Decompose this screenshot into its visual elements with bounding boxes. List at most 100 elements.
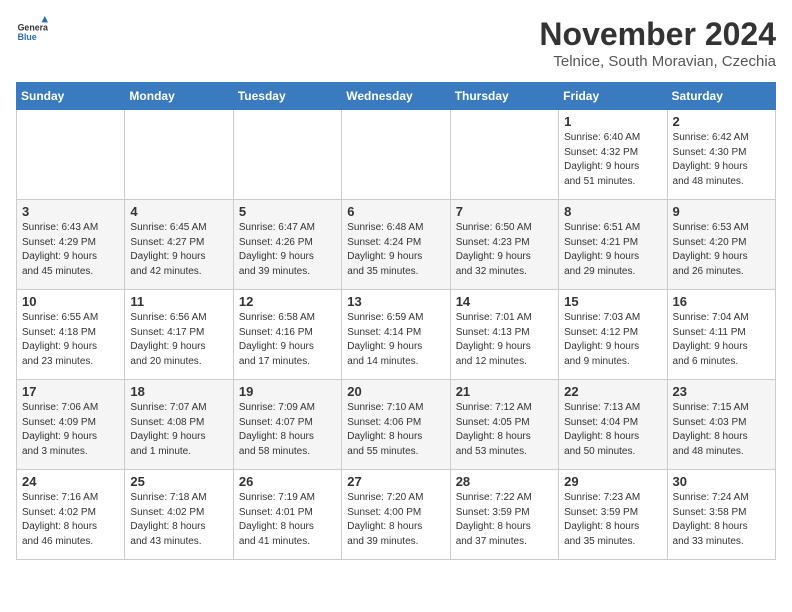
day-number: 28 <box>456 474 553 489</box>
svg-text:Blue: Blue <box>18 32 37 42</box>
day-detail: Sunrise: 6:48 AM Sunset: 4:24 PM Dayligh… <box>347 221 444 279</box>
day-detail: Sunrise: 6:56 AM Sunset: 4:17 PM Dayligh… <box>130 311 227 369</box>
calendar-day-cell: 30 Sunrise: 7:24 AM Sunset: 3:58 PM Dayli… <box>667 470 775 560</box>
calendar-day-cell: 22 Sunrise: 7:13 AM Sunset: 4:04 PM Dayli… <box>559 380 667 470</box>
day-detail: Sunrise: 7:07 AM Sunset: 4:08 PM Dayligh… <box>130 401 227 459</box>
page-header: General Blue November 2024 Telnice, Sout… <box>16 16 776 70</box>
day-number: 13 <box>347 294 444 309</box>
calendar-day-cell: 16 Sunrise: 7:04 AM Sunset: 4:11 PM Dayli… <box>667 290 775 380</box>
day-detail: Sunrise: 7:23 AM Sunset: 3:59 PM Dayligh… <box>564 491 661 549</box>
day-number: 25 <box>130 474 227 489</box>
calendar-day-cell <box>342 110 450 200</box>
day-number: 23 <box>673 384 770 399</box>
calendar-day-cell: 10 Sunrise: 6:55 AM Sunset: 4:18 PM Dayli… <box>17 290 125 380</box>
day-number: 1 <box>564 114 661 129</box>
logo-icon: General Blue <box>16 16 48 48</box>
calendar-day-cell: 4 Sunrise: 6:45 AM Sunset: 4:27 PM Daylig… <box>125 200 233 290</box>
day-number: 19 <box>239 384 336 399</box>
calendar-body: 1 Sunrise: 6:40 AM Sunset: 4:32 PM Daylig… <box>17 110 776 560</box>
day-number: 11 <box>130 294 227 309</box>
day-detail: Sunrise: 7:01 AM Sunset: 4:13 PM Dayligh… <box>456 311 553 369</box>
calendar-day-cell: 29 Sunrise: 7:23 AM Sunset: 3:59 PM Dayli… <box>559 470 667 560</box>
day-detail: Sunrise: 6:53 AM Sunset: 4:20 PM Dayligh… <box>673 221 770 279</box>
day-number: 26 <box>239 474 336 489</box>
calendar-day-cell: 14 Sunrise: 7:01 AM Sunset: 4:13 PM Dayli… <box>450 290 558 380</box>
day-number: 29 <box>564 474 661 489</box>
calendar-day-cell: 20 Sunrise: 7:10 AM Sunset: 4:06 PM Dayli… <box>342 380 450 470</box>
location-subtitle: Telnice, South Moravian, Czechia <box>539 53 776 70</box>
day-number: 5 <box>239 204 336 219</box>
day-detail: Sunrise: 7:16 AM Sunset: 4:02 PM Dayligh… <box>22 491 119 549</box>
day-number: 30 <box>673 474 770 489</box>
calendar-day-cell <box>17 110 125 200</box>
day-number: 15 <box>564 294 661 309</box>
weekday-header-cell: Wednesday <box>342 83 450 110</box>
day-detail: Sunrise: 6:42 AM Sunset: 4:30 PM Dayligh… <box>673 131 770 189</box>
title-block: November 2024 Telnice, South Moravian, C… <box>539 16 776 70</box>
calendar-week-row: 3Sunrise: 6:43 AM Sunset: 4:29 PM Daylig… <box>17 200 776 290</box>
day-detail: Sunrise: 7:20 AM Sunset: 4:00 PM Dayligh… <box>347 491 444 549</box>
weekday-header-cell: Sunday <box>17 83 125 110</box>
day-number: 12 <box>239 294 336 309</box>
day-number: 24 <box>22 474 119 489</box>
calendar-day-cell: 26 Sunrise: 7:19 AM Sunset: 4:01 PM Dayli… <box>233 470 341 560</box>
day-detail: Sunrise: 7:04 AM Sunset: 4:11 PM Dayligh… <box>673 311 770 369</box>
day-number: 7 <box>456 204 553 219</box>
calendar-day-cell: 28 Sunrise: 7:22 AM Sunset: 3:59 PM Dayli… <box>450 470 558 560</box>
day-detail: Sunrise: 7:24 AM Sunset: 3:58 PM Dayligh… <box>673 491 770 549</box>
day-detail: Sunrise: 6:47 AM Sunset: 4:26 PM Dayligh… <box>239 221 336 279</box>
calendar-day-cell: 19 Sunrise: 7:09 AM Sunset: 4:07 PM Dayli… <box>233 380 341 470</box>
day-number: 3 <box>22 204 119 219</box>
day-number: 4 <box>130 204 227 219</box>
calendar-day-cell: 24 Sunrise: 7:16 AM Sunset: 4:02 PM Dayli… <box>17 470 125 560</box>
day-detail: Sunrise: 7:09 AM Sunset: 4:07 PM Dayligh… <box>239 401 336 459</box>
day-number: 14 <box>456 294 553 309</box>
day-detail: Sunrise: 6:51 AM Sunset: 4:21 PM Dayligh… <box>564 221 661 279</box>
day-detail: Sunrise: 6:55 AM Sunset: 4:18 PM Dayligh… <box>22 311 119 369</box>
calendar-day-cell: 7Sunrise: 6:50 AM Sunset: 4:23 PM Daylig… <box>450 200 558 290</box>
day-detail: Sunrise: 7:22 AM Sunset: 3:59 PM Dayligh… <box>456 491 553 549</box>
day-detail: Sunrise: 6:45 AM Sunset: 4:27 PM Dayligh… <box>130 221 227 279</box>
weekday-header-cell: Saturday <box>667 83 775 110</box>
calendar-week-row: 1 Sunrise: 6:40 AM Sunset: 4:32 PM Daylig… <box>17 110 776 200</box>
weekday-header-cell: Monday <box>125 83 233 110</box>
calendar-week-row: 24 Sunrise: 7:16 AM Sunset: 4:02 PM Dayli… <box>17 470 776 560</box>
day-number: 8 <box>564 204 661 219</box>
calendar-day-cell: 1 Sunrise: 6:40 AM Sunset: 4:32 PM Daylig… <box>559 110 667 200</box>
day-detail: Sunrise: 7:10 AM Sunset: 4:06 PM Dayligh… <box>347 401 444 459</box>
calendar-day-cell: 2 Sunrise: 6:42 AM Sunset: 4:30 PM Daylig… <box>667 110 775 200</box>
calendar-day-cell: 6 Sunrise: 6:48 AM Sunset: 4:24 PM Daylig… <box>342 200 450 290</box>
weekday-header-cell: Tuesday <box>233 83 341 110</box>
day-number: 27 <box>347 474 444 489</box>
calendar-day-cell: 3Sunrise: 6:43 AM Sunset: 4:29 PM Daylig… <box>17 200 125 290</box>
day-number: 2 <box>673 114 770 129</box>
calendar-day-cell: 9 Sunrise: 6:53 AM Sunset: 4:20 PM Daylig… <box>667 200 775 290</box>
day-detail: Sunrise: 7:13 AM Sunset: 4:04 PM Dayligh… <box>564 401 661 459</box>
day-number: 16 <box>673 294 770 309</box>
logo: General Blue <box>16 16 48 48</box>
day-number: 10 <box>22 294 119 309</box>
day-detail: Sunrise: 7:03 AM Sunset: 4:12 PM Dayligh… <box>564 311 661 369</box>
day-detail: Sunrise: 7:06 AM Sunset: 4:09 PM Dayligh… <box>22 401 119 459</box>
calendar-day-cell: 15 Sunrise: 7:03 AM Sunset: 4:12 PM Dayli… <box>559 290 667 380</box>
calendar-week-row: 10 Sunrise: 6:55 AM Sunset: 4:18 PM Dayli… <box>17 290 776 380</box>
day-number: 20 <box>347 384 444 399</box>
calendar-week-row: 17Sunrise: 7:06 AM Sunset: 4:09 PM Dayli… <box>17 380 776 470</box>
day-number: 9 <box>673 204 770 219</box>
calendar-day-cell: 25 Sunrise: 7:18 AM Sunset: 4:02 PM Dayli… <box>125 470 233 560</box>
weekday-header-cell: Friday <box>559 83 667 110</box>
day-detail: Sunrise: 7:19 AM Sunset: 4:01 PM Dayligh… <box>239 491 336 549</box>
calendar-day-cell: 5 Sunrise: 6:47 AM Sunset: 4:26 PM Daylig… <box>233 200 341 290</box>
day-number: 6 <box>347 204 444 219</box>
calendar-day-cell <box>125 110 233 200</box>
day-detail: Sunrise: 6:58 AM Sunset: 4:16 PM Dayligh… <box>239 311 336 369</box>
day-detail: Sunrise: 7:18 AM Sunset: 4:02 PM Dayligh… <box>130 491 227 549</box>
calendar-day-cell: 27 Sunrise: 7:20 AM Sunset: 4:00 PM Dayli… <box>342 470 450 560</box>
day-detail: Sunrise: 6:40 AM Sunset: 4:32 PM Dayligh… <box>564 131 661 189</box>
calendar-day-cell: 11 Sunrise: 6:56 AM Sunset: 4:17 PM Dayli… <box>125 290 233 380</box>
day-number: 22 <box>564 384 661 399</box>
weekday-header-row: SundayMondayTuesdayWednesdayThursdayFrid… <box>17 83 776 110</box>
calendar-day-cell: 21Sunrise: 7:12 AM Sunset: 4:05 PM Dayli… <box>450 380 558 470</box>
calendar-day-cell: 13Sunrise: 6:59 AM Sunset: 4:14 PM Dayli… <box>342 290 450 380</box>
day-detail: Sunrise: 7:12 AM Sunset: 4:05 PM Dayligh… <box>456 401 553 459</box>
